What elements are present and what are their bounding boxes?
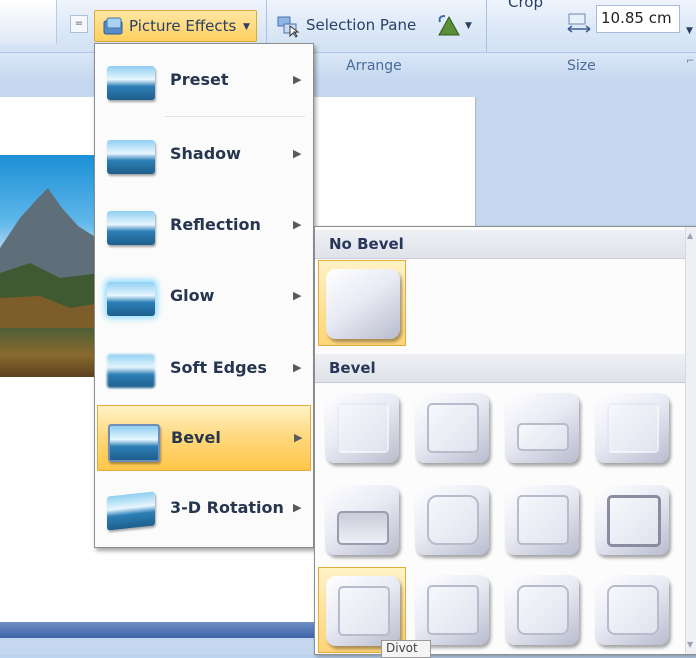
crop-label[interactable]: Crop	[508, 0, 543, 11]
bevel-option[interactable]	[408, 385, 496, 471]
bevel-riblet-icon	[415, 575, 489, 645]
bevel-angle-icon	[325, 485, 399, 555]
glow-icon	[107, 282, 155, 316]
menu-item-glow[interactable]: Glow ▶	[97, 264, 311, 330]
submenu-arrow-icon: ▶	[293, 289, 302, 302]
menu-item-reflection[interactable]: Reflection ▶	[97, 193, 311, 259]
picture-effects-menu: Preset ▶ Shadow ▶ Reflection ▶ Glow ▶ So…	[94, 43, 314, 548]
bevel-cross-icon	[505, 393, 579, 463]
no-bevel-header: No Bevel	[329, 235, 404, 253]
picture-mountain-shape	[0, 188, 100, 328]
tooltip: Divot	[381, 640, 431, 658]
no-bevel-icon	[326, 269, 400, 339]
submenu-arrow-icon: ▶	[293, 147, 302, 160]
bevel-option[interactable]	[588, 477, 676, 563]
picture-effects-button[interactable]: Picture Effects ▼	[94, 10, 257, 42]
bevel-option[interactable]	[498, 477, 586, 563]
slide-scroll-strip	[0, 622, 330, 638]
more-options-icon[interactable]: =	[70, 15, 88, 33]
bevel-hard-edge-icon	[505, 575, 579, 645]
bevel-cool-slant-icon	[595, 393, 669, 463]
submenu-arrow-icon: ▶	[293, 73, 302, 86]
menu-item-preset[interactable]: Preset ▶	[97, 48, 311, 114]
picture-effects-label: Picture Effects	[129, 17, 237, 35]
group-label-arrange: Arrange	[346, 58, 402, 74]
bevel-option[interactable]	[318, 385, 406, 471]
selection-pane-button[interactable]: Selection Pane	[274, 10, 424, 42]
menu-item-label: 3-D Rotation	[170, 498, 284, 517]
shadow-icon	[107, 140, 155, 174]
submenu-arrow-icon: ▶	[293, 361, 302, 374]
menu-item-shadow[interactable]: Shadow ▶	[97, 122, 311, 188]
group-label-size: Size	[567, 58, 596, 74]
bevel-option-none[interactable]	[318, 260, 406, 346]
bevel-convex-icon	[505, 485, 579, 555]
dialog-launcher-icon[interactable]: ⌐	[686, 56, 694, 67]
menu-separator	[165, 116, 305, 117]
bevel-gallery: No Bevel Bevel ▲ ▼	[314, 226, 696, 655]
tooltip-text: Divot	[386, 641, 418, 655]
bevel-option[interactable]	[588, 385, 676, 471]
submenu-arrow-icon: ▶	[294, 431, 303, 444]
bevel-header: Bevel	[329, 359, 376, 377]
bevel-option[interactable]	[498, 567, 586, 653]
menu-item-bevel[interactable]: Bevel ▶	[97, 405, 311, 471]
chevron-down-icon: ▼	[465, 21, 472, 31]
menu-item-3d-rotation[interactable]: 3-D Rotation ▶	[97, 476, 311, 542]
scroll-up-icon[interactable]: ▲	[687, 231, 693, 240]
bevel-option[interactable]	[498, 385, 586, 471]
bevel-option[interactable]	[318, 477, 406, 563]
menu-item-label: Soft Edges	[170, 358, 267, 377]
spin-down-icon[interactable]: ▼	[686, 26, 693, 36]
menu-item-label: Shadow	[170, 144, 241, 163]
ribbon-left-button[interactable]	[0, 0, 57, 44]
soft-edges-icon	[107, 354, 155, 388]
selection-pane-icon	[277, 16, 300, 38]
chevron-down-icon: ▼	[243, 22, 250, 32]
menu-item-label: Bevel	[171, 428, 221, 447]
submenu-arrow-icon: ▶	[293, 501, 302, 514]
menu-item-label: Reflection	[170, 215, 261, 234]
picture-effects-icon	[103, 17, 123, 35]
width-icon	[567, 13, 591, 33]
bevel-circle-icon	[325, 393, 399, 463]
bevel-soft-round-icon	[415, 485, 489, 555]
gallery-section-header: No Bevel	[315, 230, 685, 259]
selection-pane-label: Selection Pane	[306, 16, 417, 34]
menu-item-label: Glow	[170, 286, 215, 305]
bevel-slope-icon	[595, 485, 669, 555]
width-field[interactable]: 10.85 cm	[596, 5, 680, 33]
bevel-option[interactable]	[408, 477, 496, 563]
bevel-icon	[108, 424, 160, 462]
3d-rotation-icon	[107, 491, 155, 531]
scroll-down-icon[interactable]: ▼	[687, 640, 693, 649]
bevel-divot-icon	[326, 576, 400, 646]
menu-item-soft-edges[interactable]: Soft Edges ▶	[97, 336, 311, 402]
reflection-icon	[107, 211, 155, 245]
bevel-relaxed-inset-icon	[415, 393, 489, 463]
menu-item-label: Preset	[170, 70, 229, 89]
gallery-scrollbar[interactable]: ▲ ▼	[685, 227, 696, 654]
gallery-section-header: Bevel	[315, 354, 685, 383]
bevel-option[interactable]	[588, 567, 676, 653]
bevel-art-deco-icon	[595, 575, 669, 645]
rotate-icon	[438, 15, 460, 36]
preset-icon	[107, 66, 155, 100]
rotate-button[interactable]: ▼	[436, 10, 476, 42]
width-value: 10.85 cm	[601, 9, 672, 27]
submenu-arrow-icon: ▶	[293, 218, 302, 231]
